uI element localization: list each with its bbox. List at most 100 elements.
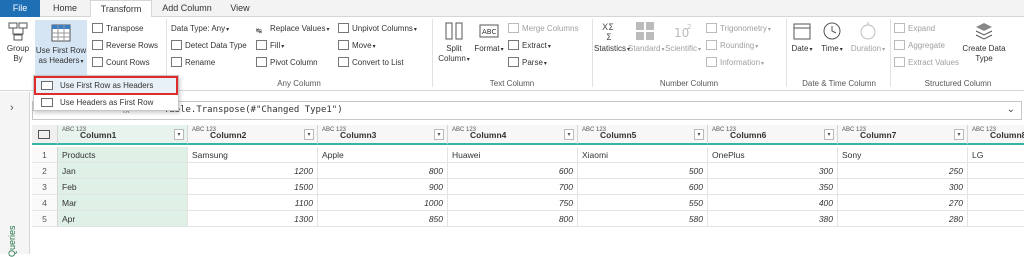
detect-data-type-button[interactable]: Detect Data Type [171, 39, 247, 53]
table-cell[interactable]: Xiaomi [578, 147, 708, 163]
table-cell[interactable] [968, 163, 1024, 179]
parse-button[interactable]: Parse▾ [508, 56, 547, 70]
table-cell[interactable]: 850 [318, 211, 448, 227]
table-cell[interactable]: Samsung [188, 147, 318, 163]
transpose-button[interactable]: Transpose [92, 22, 144, 36]
table-cell[interactable]: 580 [578, 211, 708, 227]
table-cell[interactable]: Huawei [448, 147, 578, 163]
queries-label[interactable]: Queries [7, 225, 17, 257]
formula-bar[interactable]: fx = Table.Transpose(#"Changed Type1") ⌄ [32, 101, 1022, 120]
column-header[interactable]: ABC 123Column8▾ [968, 125, 1024, 145]
table-cell[interactable]: Feb [58, 179, 188, 195]
data-type-dropdown[interactable]: Data Type: Any▾ [171, 22, 229, 36]
column-header[interactable]: ABC 123 Column3 ▾ [318, 125, 448, 145]
statistics-button[interactable]: XΣ Σ Statistics▾ [594, 20, 630, 55]
table-cell[interactable]: 380 [708, 211, 838, 227]
table-cell[interactable] [968, 195, 1024, 211]
use-first-row-button[interactable]: Use First Row as Headers▾ [35, 20, 87, 78]
chevron-down-icon[interactable]: ⌄ [1007, 104, 1015, 115]
tab-file[interactable]: File [0, 0, 40, 17]
aggregate-button[interactable]: Aggregate [894, 39, 945, 53]
tab-add-column[interactable]: Add Column [156, 0, 218, 17]
row-number[interactable]: 1 [32, 147, 58, 163]
filter-dropdown-icon[interactable]: ▾ [434, 129, 444, 140]
extract-values-button[interactable]: Extract Values [894, 56, 959, 70]
table-cell[interactable]: 800 [448, 211, 578, 227]
table-cell[interactable]: 550 [578, 195, 708, 211]
queries-pane[interactable]: › Queries [0, 92, 30, 257]
table-cell[interactable]: 1000 [318, 195, 448, 211]
table-cell[interactable]: 500 [578, 163, 708, 179]
table-cell[interactable]: 700 [448, 179, 578, 195]
table-cell[interactable]: 1200 [188, 163, 318, 179]
row-number[interactable]: 3 [32, 179, 58, 195]
create-data-type-button[interactable]: Create Data Type [962, 20, 1006, 64]
table-cell[interactable]: 300 [838, 179, 968, 195]
tab-home[interactable]: Home [46, 0, 84, 17]
duration-button[interactable]: Duration▾ [849, 20, 887, 55]
split-column-button[interactable]: Split Column▾ [437, 20, 471, 65]
scientific-button[interactable]: 10 2 Scientific▾ [664, 20, 702, 55]
expand-button[interactable]: Expand [894, 22, 935, 36]
information-button[interactable]: Information▾ [706, 56, 764, 70]
unpivot-columns-button[interactable]: Unpivot Columns▾ [338, 22, 417, 36]
merge-columns-button[interactable]: Merge Columns [508, 22, 578, 36]
table-cell[interactable]: 600 [578, 179, 708, 195]
time-button[interactable]: Time▾ [818, 20, 846, 55]
filter-dropdown-icon[interactable]: ▾ [954, 129, 964, 140]
filter-dropdown-icon[interactable]: ▾ [694, 129, 704, 140]
table-cell[interactable]: 1100 [188, 195, 318, 211]
convert-to-list-button[interactable]: Convert to List [338, 56, 404, 70]
tab-view[interactable]: View [222, 0, 258, 17]
column-header[interactable]: ABC 123 Column4 ▾ [448, 125, 578, 145]
table-cell[interactable]: Sony [838, 147, 968, 163]
table-cell[interactable]: 270 [838, 195, 968, 211]
count-rows-button[interactable]: Count Rows [92, 56, 150, 70]
table-menu-button[interactable] [32, 125, 58, 145]
standard-button[interactable]: Standard▾ [628, 20, 664, 55]
format-button[interactable]: ABC Format▾ [474, 20, 504, 55]
date-button[interactable]: Date▾ [789, 20, 815, 55]
table-cell[interactable]: 900 [318, 179, 448, 195]
table-cell[interactable]: 300 [708, 163, 838, 179]
table-cell[interactable]: 400 [708, 195, 838, 211]
column-header[interactable]: ABC 123 Column2 ▾ [188, 125, 318, 145]
fill-button[interactable]: Fill▾ [256, 39, 284, 53]
formula-text[interactable]: = Table.Transpose(#"Changed Type1") [153, 105, 343, 115]
table-cell[interactable]: Mar [58, 195, 188, 211]
column-header[interactable]: ABC 123 Column6 ▾ [708, 125, 838, 145]
menu-item-use-headers-as-first-row[interactable]: Use Headers as First Row [36, 95, 176, 110]
table-cell[interactable]: 800 [318, 163, 448, 179]
table-cell[interactable]: Jan [58, 163, 188, 179]
table-cell[interactable] [968, 211, 1024, 227]
table-cell[interactable]: LG [968, 147, 1024, 163]
rename-button[interactable]: Rename [171, 56, 215, 70]
replace-values-button[interactable]: ↹ Replace Values▾ [256, 22, 329, 36]
menu-item-use-first-row[interactable]: Use First Row as Headers [34, 76, 178, 95]
reverse-rows-button[interactable]: Reverse Rows [92, 39, 158, 53]
column-header[interactable]: ABC 123 Column5 ▾ [578, 125, 708, 145]
filter-dropdown-icon[interactable]: ▾ [564, 129, 574, 140]
table-cell[interactable] [968, 179, 1024, 195]
table-cell[interactable]: 250 [838, 163, 968, 179]
filter-dropdown-icon[interactable]: ▾ [824, 129, 834, 140]
table-cell[interactable]: 750 [448, 195, 578, 211]
column-header[interactable]: ABC 123 Column7 ▾ [838, 125, 968, 145]
trigonometry-button[interactable]: Trigonometry▾ [706, 22, 771, 36]
row-number[interactable]: 4 [32, 195, 58, 211]
table-cell[interactable]: Apple [318, 147, 448, 163]
table-cell[interactable]: 1500 [188, 179, 318, 195]
group-by-button[interactable]: Group By [2, 20, 34, 64]
table-cell[interactable]: Apr [58, 211, 188, 227]
table-cell[interactable]: 280 [838, 211, 968, 227]
rounding-button[interactable]: Rounding▾ [706, 39, 758, 53]
table-cell[interactable]: 1300 [188, 211, 318, 227]
move-button[interactable]: Move▾ [338, 39, 376, 53]
filter-dropdown-icon[interactable]: ▾ [174, 129, 184, 140]
table-cell[interactable]: Products [58, 147, 188, 163]
table-cell[interactable]: 350 [708, 179, 838, 195]
filter-dropdown-icon[interactable]: ▾ [304, 129, 314, 140]
tab-transform[interactable]: Transform [90, 0, 152, 18]
extract-button[interactable]: Extract▾ [508, 39, 551, 53]
table-cell[interactable]: OnePlus [708, 147, 838, 163]
